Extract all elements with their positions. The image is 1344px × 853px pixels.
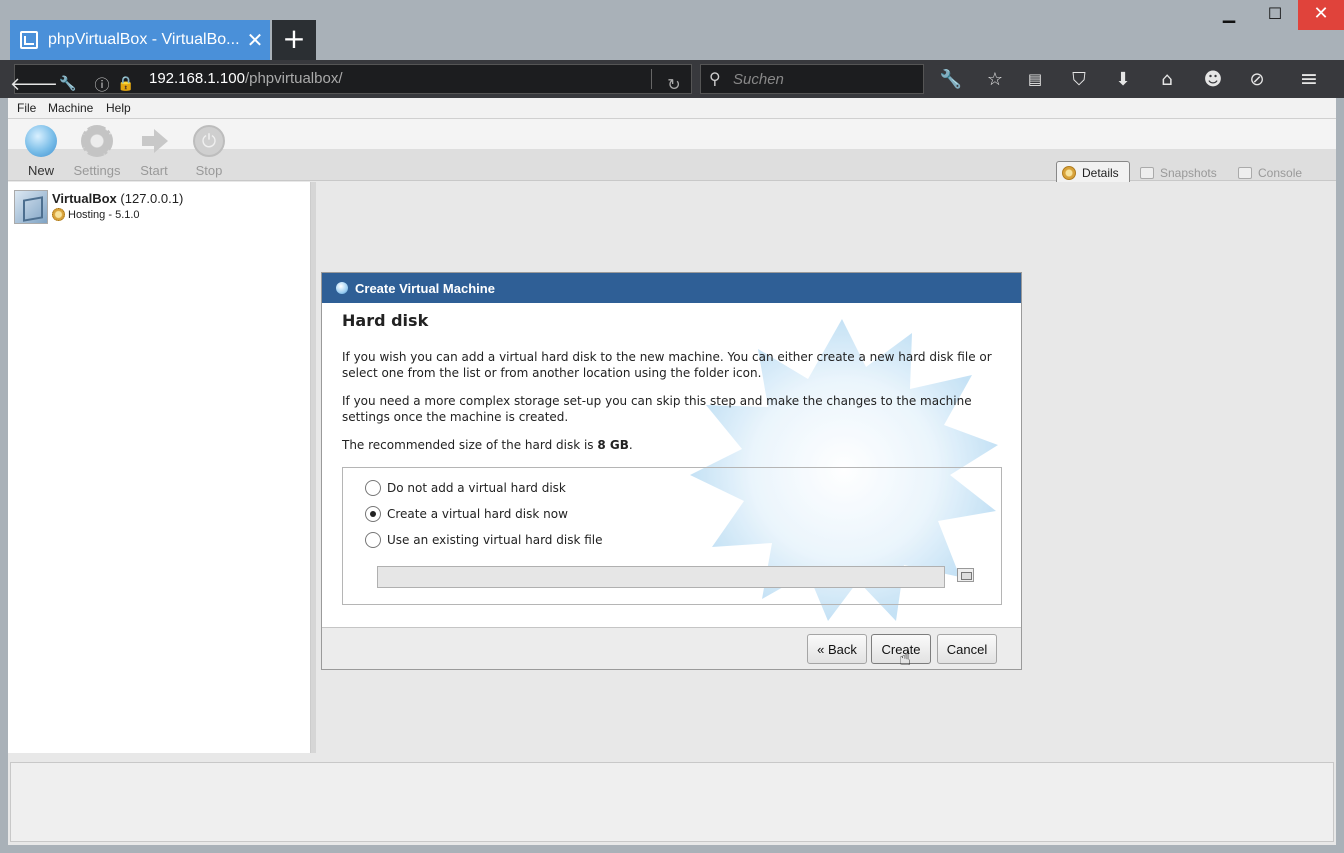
radio-existing-disk[interactable]: Use an existing virtual hard disk file xyxy=(365,532,602,548)
start-arrow-icon xyxy=(138,125,170,157)
radio-existing-disk-label: Use an existing virtual hard disk file xyxy=(387,533,603,547)
back-button[interactable]: « Back xyxy=(807,634,867,664)
url-bar[interactable]: 🡐 🔧 ⓘ 🔒 192.168.1.100/phpvirtualbox/ ↻ xyxy=(10,64,692,95)
menu-file[interactable]: File xyxy=(17,101,36,115)
hamburger-menu-icon[interactable]: ≡ xyxy=(1292,60,1326,98)
new-tab-button[interactable]: + xyxy=(272,20,316,60)
phpvirtualbox-app: File Machine Help New Settings Start Sto… xyxy=(8,98,1336,845)
app-toolbar: New Settings Start Stop Details Snapshot… xyxy=(8,119,1336,185)
virtualbox-logo-icon xyxy=(14,190,48,224)
new-vm-label: New xyxy=(27,163,54,178)
tab-details-label: Details xyxy=(1082,166,1119,180)
host-name: VirtualBox (127.0.0.1) xyxy=(52,191,184,206)
dialog-para2: If you need a more complex storage set-u… xyxy=(342,394,972,424)
downloads-icon[interactable]: ⬇ xyxy=(1106,60,1140,98)
hard-disk-options: Do not add a virtual hard disk Create a … xyxy=(342,467,1002,605)
home-icon[interactable]: ⌂ xyxy=(1150,60,1184,98)
hand-cursor-icon: ☝ xyxy=(899,646,912,670)
power-icon xyxy=(193,125,225,157)
url-text[interactable]: 192.168.1.100/phpvirtualbox/ xyxy=(149,70,343,87)
existing-disk-select[interactable] xyxy=(377,566,945,588)
search-icon: ⚲ xyxy=(709,69,721,88)
vm-list-pane: VirtualBox (127.0.0.1) Hosting - 5.1.0 xyxy=(8,182,311,753)
browser-navbar: 🡐 🔧 ⓘ 🔒 192.168.1.100/phpvirtualbox/ ↻ ⚲… xyxy=(0,60,1344,98)
camera-icon xyxy=(1140,167,1154,179)
tab-close-icon[interactable]: ✕ xyxy=(240,28,270,53)
new-vm-icon xyxy=(25,125,57,157)
new-vm-small-icon xyxy=(336,282,348,294)
radio-create-disk-button[interactable] xyxy=(365,506,381,522)
stop-label: Stop xyxy=(195,163,223,178)
radio-create-disk-label: Create a virtual hard disk now xyxy=(387,507,568,521)
tab-console-label: Console xyxy=(1258,166,1303,180)
pocket-icon[interactable]: ⛉ xyxy=(1062,60,1096,98)
browser-titlebar: phpVirtualBox - VirtualBo... ✕ + ▁ ☐ ✕ xyxy=(0,0,1344,60)
dialog-footer: « Back Create Cancel xyxy=(322,627,1021,669)
settings-gear-icon xyxy=(81,125,113,157)
search-placeholder: Suchen xyxy=(733,71,784,88)
dialog-heading: Hard disk xyxy=(342,311,429,330)
phpvirtualbox-favicon-icon xyxy=(20,31,38,49)
dialog-body: Hard disk If you wish you can add a virt… xyxy=(342,313,1002,465)
details-gear-icon xyxy=(1062,166,1076,180)
stop-button[interactable]: Stop xyxy=(179,125,239,178)
wrench-icon[interactable]: 🔧 xyxy=(934,60,968,98)
emoji-icon[interactable]: ☻ xyxy=(1196,60,1230,98)
radio-no-disk-button[interactable] xyxy=(365,480,381,496)
window-maximize-button[interactable]: ☐ xyxy=(1252,0,1298,30)
radio-create-disk[interactable]: Create a virtual hard disk now xyxy=(365,506,568,522)
dialog-title: Create Virtual Machine xyxy=(355,280,495,296)
folder-open-icon[interactable] xyxy=(957,568,974,582)
bookmark-star-icon[interactable]: ☆ xyxy=(978,60,1012,98)
search-box[interactable]: ⚲ Suchen xyxy=(700,64,924,94)
menu-machine[interactable]: Machine xyxy=(48,101,93,115)
cancel-button[interactable]: Cancel xyxy=(937,634,997,664)
start-label: Start xyxy=(140,163,168,178)
recommended-size-text: The recommended size of the hard disk is… xyxy=(342,438,633,452)
reading-list-icon[interactable]: ▤ xyxy=(1018,60,1052,98)
menu-help[interactable]: Help xyxy=(106,101,131,115)
new-vm-button[interactable]: New xyxy=(11,125,71,178)
settings-button[interactable]: Settings xyxy=(67,125,127,178)
url-separator xyxy=(651,69,652,89)
app-menubar: File Machine Help xyxy=(8,98,1336,119)
window-close-button[interactable]: ✕ xyxy=(1298,0,1344,30)
window-minimize-button[interactable]: ▁ xyxy=(1206,0,1252,30)
progress-area xyxy=(10,762,1334,842)
hosting-gear-icon xyxy=(52,208,65,221)
radio-no-disk-label: Do not add a virtual hard disk xyxy=(387,481,566,495)
monitor-icon xyxy=(1238,167,1252,179)
browser-tab-active[interactable]: phpVirtualBox - VirtualBo... ✕ xyxy=(10,20,270,60)
tab-snapshots-label: Snapshots xyxy=(1160,166,1217,180)
radio-existing-disk-button[interactable] xyxy=(365,532,381,548)
radio-no-disk[interactable]: Do not add a virtual hard disk xyxy=(365,480,566,496)
start-button[interactable]: Start xyxy=(124,125,184,178)
extension-icon[interactable]: ⊘ xyxy=(1240,60,1274,98)
dialog-titlebar[interactable]: Create Virtual Machine xyxy=(322,273,1021,303)
dialog-para1: If you wish you can add a virtual hard d… xyxy=(342,350,992,380)
create-vm-dialog: Create Virtual Machine Hard disk If you … xyxy=(321,272,1022,670)
tab-title: phpVirtualBox - VirtualBo... xyxy=(48,31,240,48)
settings-label: Settings xyxy=(73,163,121,178)
host-subtitle: Hosting - 5.1.0 xyxy=(52,208,140,221)
